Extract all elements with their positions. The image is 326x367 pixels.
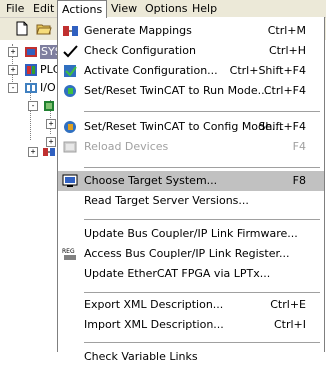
menu-item-choose-target-system[interactable]: Choose Target System... F8 xyxy=(58,171,324,191)
shortcut-label: Ctrl+E xyxy=(270,298,306,311)
menu-edit[interactable]: Edit xyxy=(30,0,57,17)
menu-item-export-xml[interactable]: Export XML Description... Ctrl+E xyxy=(58,295,324,315)
menu-item-label: Check Variable Links xyxy=(84,350,198,363)
tree-item-io[interactable]: - I/O xyxy=(0,80,60,96)
open-folder-icon[interactable] xyxy=(36,21,52,36)
new-file-icon[interactable] xyxy=(14,21,30,36)
checkmark-icon xyxy=(62,43,79,59)
menu-actions[interactable]: Actions xyxy=(57,0,108,18)
io-config-icon xyxy=(24,81,38,95)
menu-separator xyxy=(84,292,320,293)
menu-item-access-bus-coupler-register[interactable]: REG Access Bus Coupler/IP Link Register.… xyxy=(58,244,324,264)
menu-separator xyxy=(84,167,320,168)
menu-item-activate-configuration[interactable]: Activate Configuration... Ctrl+Shift+F4 xyxy=(58,61,324,81)
menu-item-label: Access Bus Coupler/IP Link Register... xyxy=(84,247,290,260)
menu-item-check-configuration[interactable]: Check Configuration Ctrl+H xyxy=(58,41,324,61)
menu-separator xyxy=(84,111,320,112)
tree-item-io-devices[interactable]: - xyxy=(0,98,60,114)
expand-icon[interactable]: + xyxy=(28,147,38,157)
generate-mappings-icon xyxy=(62,23,79,39)
shortcut-label: Ctrl+F4 xyxy=(263,84,306,97)
io-devices-icon xyxy=(42,99,56,113)
menu-separator xyxy=(84,219,320,220)
config-mode-icon xyxy=(62,119,79,135)
mappings-icon xyxy=(42,145,56,159)
menu-item-label: Reload Devices xyxy=(84,140,169,153)
shortcut-label: F4 xyxy=(292,140,306,153)
tree-item-mappings[interactable]: + xyxy=(0,144,60,160)
menu-options[interactable]: Options xyxy=(142,0,190,17)
menu-item-label: Set/Reset TwinCAT to Config Mode... xyxy=(84,120,283,133)
svg-text:REG: REG xyxy=(62,248,75,255)
actions-menu: Generate Mappings Ctrl+M Check Configura… xyxy=(57,17,325,363)
menu-bar: File Edit Actions View Options Help xyxy=(0,0,326,18)
collapse-icon[interactable]: - xyxy=(28,101,38,111)
plc-config-icon xyxy=(24,63,38,77)
expand-icon[interactable]: + xyxy=(46,119,56,129)
menu-item-label: Update EtherCAT FPGA via LPTx... xyxy=(84,267,271,280)
menu-item-label: Check Configuration xyxy=(84,44,196,57)
menu-item-label: Import XML Description... xyxy=(84,318,224,331)
tree-item-system[interactable]: + SYS xyxy=(0,44,63,60)
menu-item-update-ethercat-fpga[interactable]: Update EtherCAT FPGA via LPTx... xyxy=(58,264,324,284)
collapse-icon[interactable]: - xyxy=(8,83,18,93)
menu-item-import-xml[interactable]: Import XML Description... Ctrl+I xyxy=(58,315,324,335)
menu-help[interactable]: Help xyxy=(189,0,220,17)
menu-item-update-bus-coupler-firmware[interactable]: Update Bus Coupler/IP Link Firmware... xyxy=(58,224,324,244)
menu-item-label: Update Bus Coupler/IP Link Firmware... xyxy=(84,227,298,240)
menu-item-label: Export XML Description... xyxy=(84,298,224,311)
menu-item-config-mode[interactable]: Set/Reset TwinCAT to Config Mode... Shif… xyxy=(58,117,324,137)
tree-item-device[interactable]: + xyxy=(0,116,60,132)
menu-item-run-mode[interactable]: Set/Reset TwinCAT to Run Mode... Ctrl+F4 xyxy=(58,81,324,101)
menu-file[interactable]: File xyxy=(3,0,27,17)
menu-item-label: Choose Target System... xyxy=(84,174,218,187)
expand-icon[interactable]: + xyxy=(8,65,18,75)
menu-item-generate-mappings[interactable]: Generate Mappings Ctrl+M xyxy=(58,21,324,41)
tree-item-label: I/O xyxy=(40,81,56,94)
menu-item-label: Read Target Server Versions... xyxy=(84,194,249,207)
menu-item-label: Generate Mappings xyxy=(84,24,192,37)
shortcut-label: Ctrl+H xyxy=(268,44,306,57)
shortcut-label: F8 xyxy=(292,174,306,187)
system-config-icon xyxy=(24,45,38,59)
shortcut-label: Ctrl+I xyxy=(273,318,306,331)
shortcut-label: Ctrl+M xyxy=(267,24,306,37)
shortcut-label: Ctrl+Shift+F4 xyxy=(229,64,306,77)
menu-view[interactable]: View xyxy=(108,0,140,17)
menu-item-reload-devices: Reload Devices F4 xyxy=(58,137,324,157)
target-system-icon xyxy=(62,173,79,189)
menu-item-label: Set/Reset TwinCAT to Run Mode... xyxy=(84,84,269,97)
run-mode-icon xyxy=(62,83,79,99)
menu-item-read-target-server-versions[interactable]: Read Target Server Versions... xyxy=(58,191,324,211)
menu-separator xyxy=(84,342,320,343)
register-icon: REG xyxy=(62,246,79,262)
shortcut-label: Shift+F4 xyxy=(258,120,306,133)
expand-icon[interactable]: + xyxy=(8,47,18,57)
activate-config-icon xyxy=(62,63,79,79)
tree-item-plc[interactable]: + PLC xyxy=(0,62,60,78)
tree-view: + SYS + PLC - I/O - + + + xyxy=(0,40,63,352)
menu-item-label: Activate Configuration... xyxy=(84,64,218,77)
menu-item-check-variable-links[interactable]: Check Variable Links xyxy=(58,347,324,367)
reload-devices-icon xyxy=(62,139,79,155)
